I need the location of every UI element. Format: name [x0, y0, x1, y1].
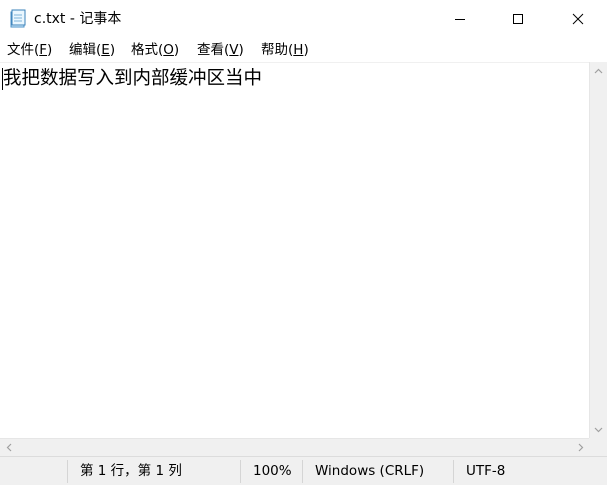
status-encoding: UTF-8: [466, 463, 506, 479]
menu-view-accel: V: [229, 42, 239, 58]
menu-help[interactable]: 帮助(H): [261, 41, 309, 59]
menu-file-label: 文件(: [7, 42, 40, 58]
menu-edit-label: 编辑(: [69, 42, 102, 58]
menu-help-label: 帮助(: [261, 42, 294, 58]
status-zoom: 100%: [253, 463, 292, 479]
chevron-up-icon: [594, 68, 603, 73]
scroll-up-button[interactable]: [590, 62, 607, 79]
notepad-window: c.txt - 记事本 文件(F) 编辑(E) 格式(O) 查看(V) 帮助(H…: [0, 0, 607, 485]
text-caret: [2, 68, 3, 90]
maximize-icon: [513, 14, 523, 24]
vertical-scrollbar[interactable]: [589, 62, 607, 438]
scrollbar-corner: [589, 438, 607, 456]
menu-file-label-end: ): [47, 42, 53, 58]
menu-view-label-end: ): [238, 42, 244, 58]
status-cursor-position: 第 1 行，第 1 列: [80, 463, 182, 479]
maximize-button[interactable]: [489, 0, 547, 38]
menu-format[interactable]: 格式(O): [131, 41, 179, 59]
menu-bar: 文件(F) 编辑(E) 格式(O) 查看(V) 帮助(H): [0, 38, 607, 62]
menu-edit[interactable]: 编辑(E): [69, 41, 115, 59]
notepad-icon: [10, 9, 26, 28]
minimize-icon: [455, 19, 465, 20]
status-bar: 第 1 行，第 1 列 100% Windows (CRLF) UTF-8: [0, 456, 607, 485]
close-icon: [572, 13, 583, 25]
menu-view[interactable]: 查看(V): [197, 41, 244, 59]
menu-view-label: 查看(: [197, 42, 230, 58]
menu-edit-accel: E: [101, 42, 110, 58]
window-title: c.txt - 记事本: [34, 11, 122, 27]
status-line-ending: Windows (CRLF): [315, 463, 425, 479]
scroll-down-button[interactable]: [590, 421, 607, 438]
chevron-down-icon: [594, 427, 603, 432]
chevron-right-icon: [578, 443, 583, 452]
scroll-right-button[interactable]: [572, 439, 589, 456]
menu-edit-label-end: ): [109, 42, 116, 58]
menu-file[interactable]: 文件(F): [7, 41, 52, 59]
menu-help-accel: H: [293, 42, 304, 58]
menu-format-accel: O: [163, 42, 174, 58]
horizontal-scrollbar[interactable]: [0, 438, 589, 456]
text-editor[interactable]: 我把数据写入到内部缓冲区当中: [0, 62, 589, 438]
menu-help-label-end: ): [303, 42, 309, 58]
title-bar[interactable]: c.txt - 记事本: [0, 0, 607, 38]
chevron-left-icon: [6, 443, 11, 452]
close-button[interactable]: [548, 0, 607, 38]
menu-format-label-end: ): [173, 42, 180, 58]
scroll-left-button[interactable]: [0, 439, 17, 456]
menu-format-label: 格式(: [131, 42, 164, 58]
menu-file-accel: F: [39, 42, 48, 58]
editor-content[interactable]: 我把数据写入到内部缓冲区当中: [3, 67, 262, 91]
minimize-button[interactable]: [431, 0, 489, 38]
